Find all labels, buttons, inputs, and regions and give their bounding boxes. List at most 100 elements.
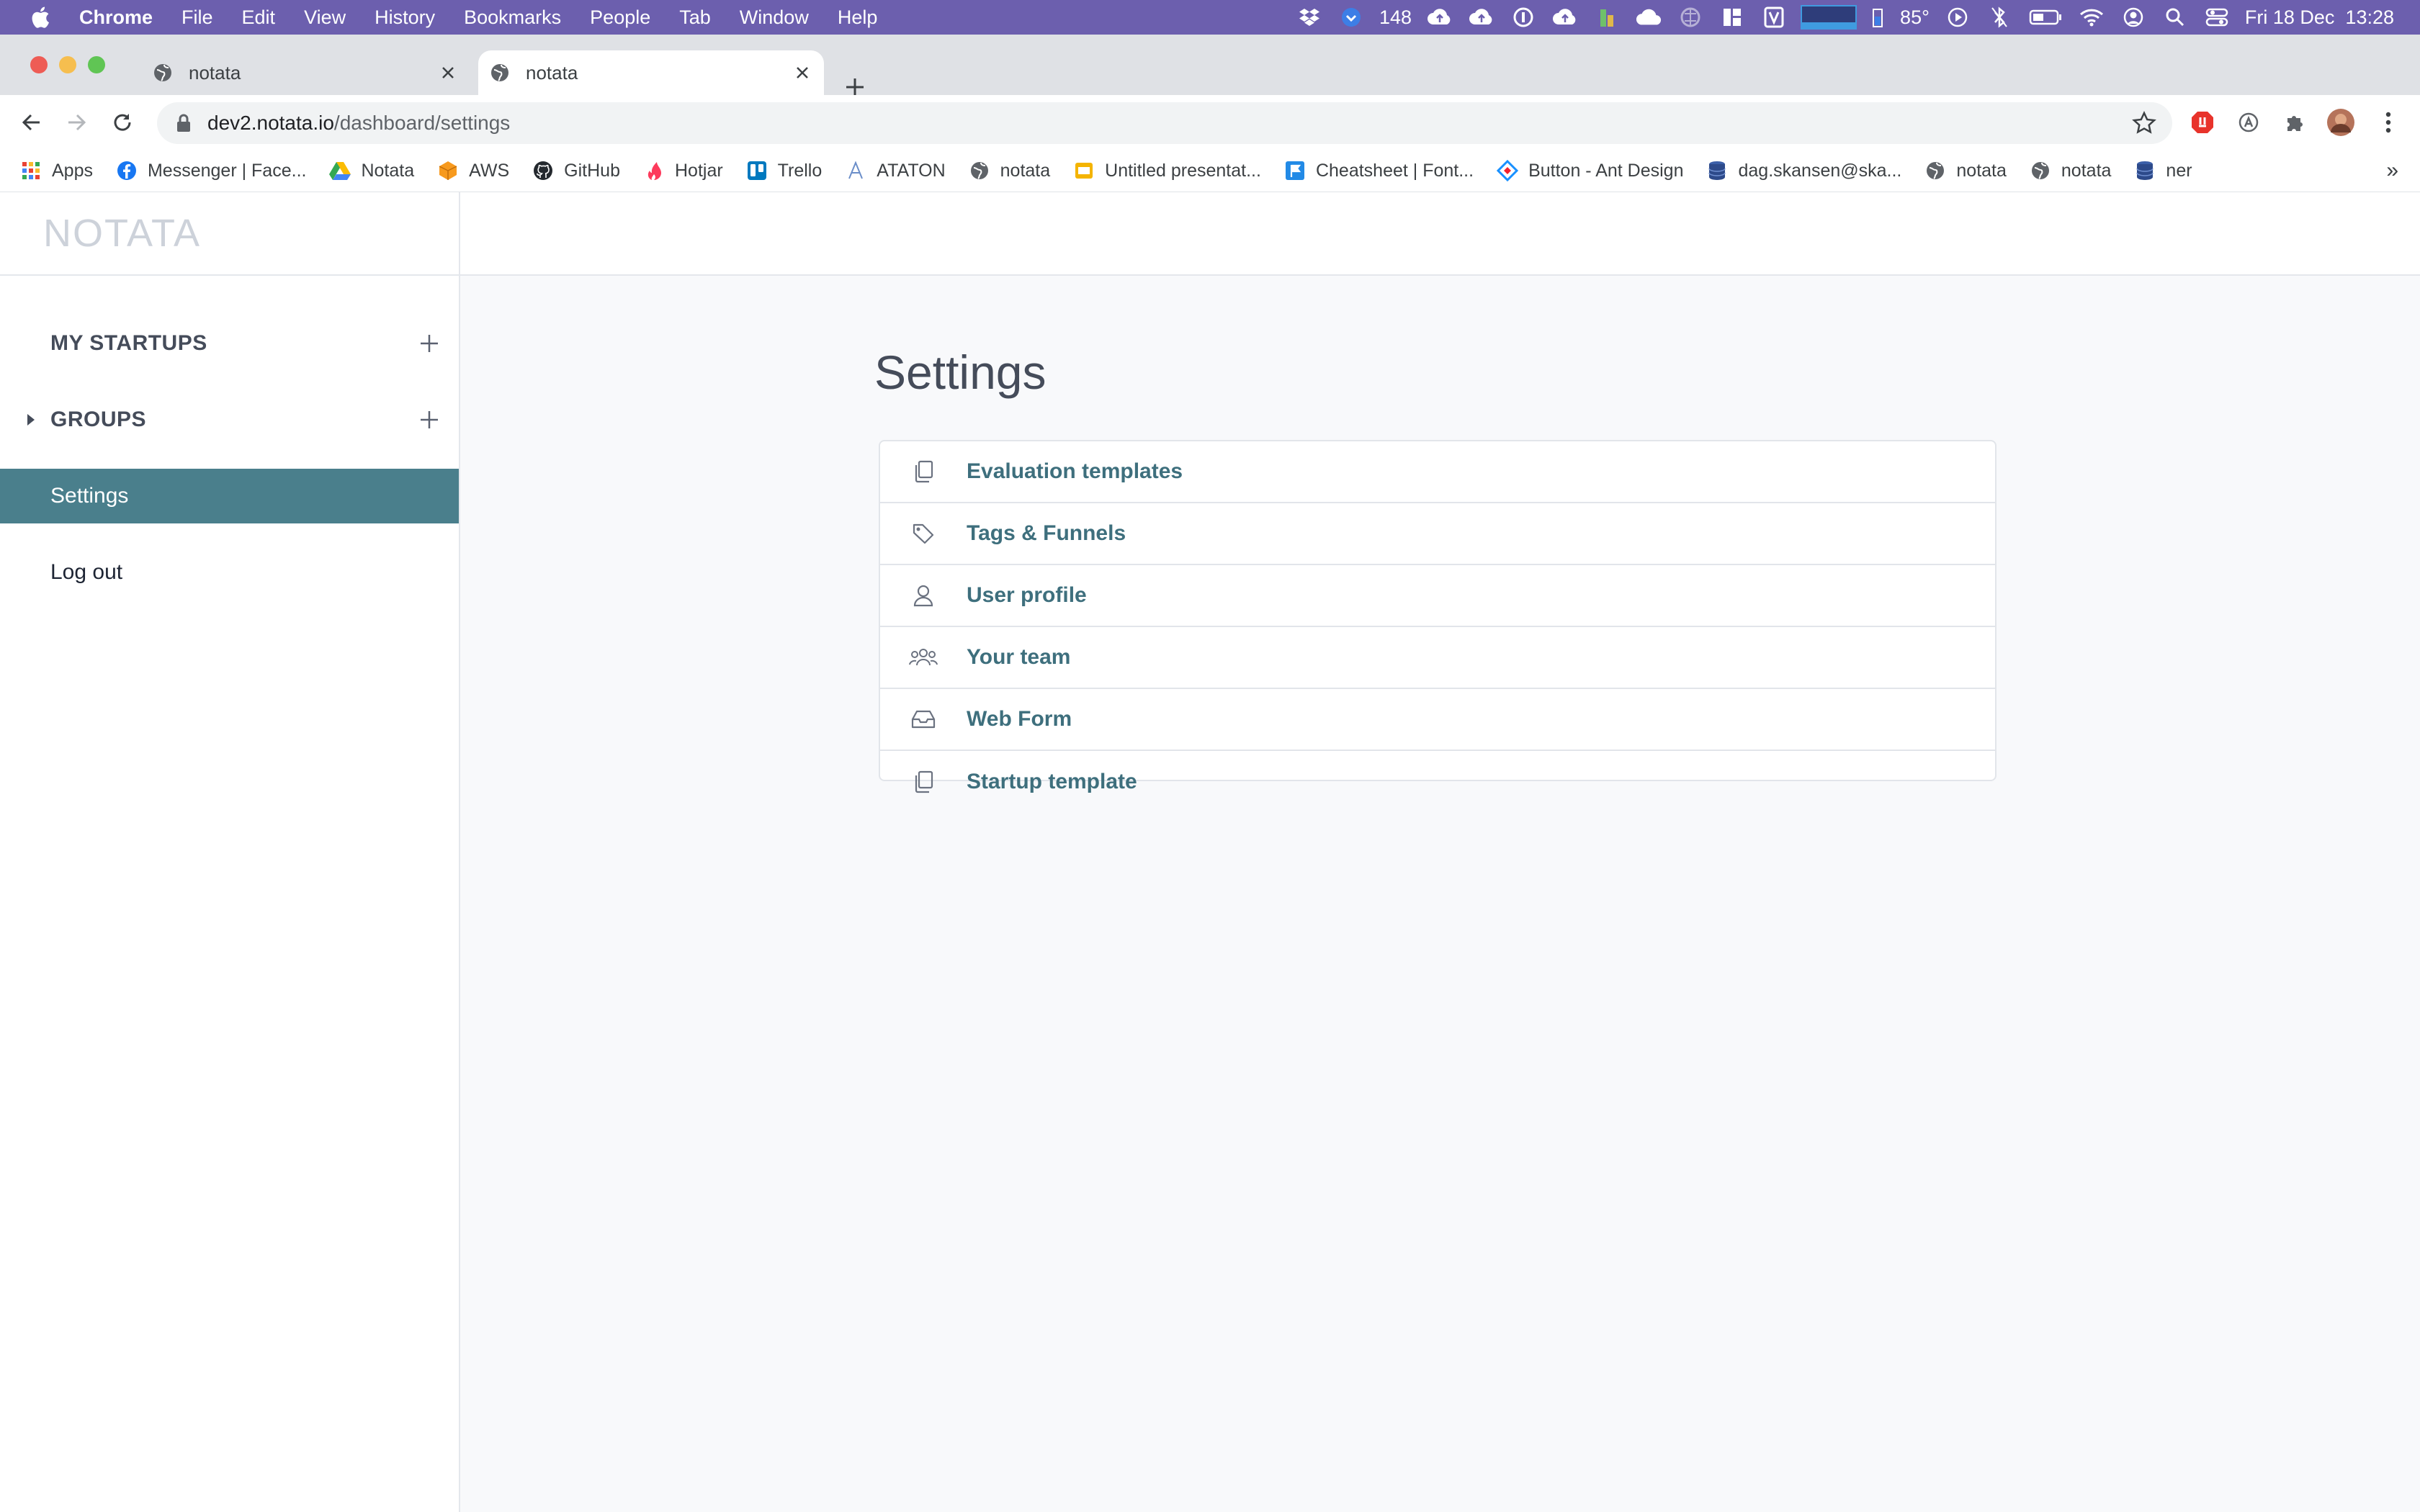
github-icon [532,160,554,181]
menu-edit[interactable]: Edit [242,6,276,29]
cpu-graph[interactable] [1801,5,1857,30]
cloud-upload-icon[interactable] [1469,6,1494,29]
bookmark-dag-skansen[interactable]: dag.skansen@ska... [1706,160,1901,181]
dropbox-icon[interactable] [1296,6,1322,29]
inbox-icon [909,705,938,734]
translate-extension-icon[interactable] [2234,108,2263,137]
bookmark-apps[interactable]: Apps [20,160,93,181]
settings-item-label: Tags & Funnels [967,521,1126,545]
bookmark-label: Messenger | Face... [147,160,307,181]
settings-item-startup-template[interactable]: Startup template [880,751,1995,813]
battery-status-icon[interactable] [1870,6,1885,29]
forward-arrow-icon[interactable] [62,108,91,137]
lock-icon[interactable] [176,113,192,133]
bluetooth-off-icon[interactable] [1986,6,2012,29]
menu-history[interactable]: History [375,6,435,29]
wifi-icon[interactable] [2079,6,2105,29]
more-options-icon[interactable] [2374,108,2403,137]
bookmark-notata[interactable]: notata [969,160,1050,181]
bookmark-label: Cheatsheet | Font... [1315,160,1474,181]
globe-icon [2030,160,2051,181]
apple-logo-icon[interactable] [29,5,50,30]
menu-help[interactable]: Help [838,6,878,29]
browser-tab[interactable]: notata [141,50,470,95]
window-layout-icon[interactable] [1719,6,1745,29]
extensions-puzzle-icon[interactable] [2280,108,2309,137]
window-zoom-button[interactable] [88,56,105,73]
window-minimize-button[interactable] [59,56,76,73]
cloud-icon[interactable] [1636,6,1662,29]
memory-bars-icon[interactable] [1594,6,1620,29]
bookmark-notata[interactable]: notata [2030,160,2111,181]
sidebar-item-settings[interactable]: Settings [0,469,459,523]
menu-bar-clock[interactable]: Fri 18 Dec 13:28 [2245,6,2394,29]
cloud-upload-icon[interactable] [1552,6,1578,29]
password-manager-icon[interactable] [1510,6,1536,29]
sidebar-item-label: MY STARTUPS [50,331,207,355]
cloud-upload-icon[interactable] [1427,6,1453,29]
window-close-button[interactable] [30,56,48,73]
caret-right-icon[interactable] [26,413,36,426]
tab-close-icon[interactable] [792,63,812,83]
menu-tab[interactable]: Tab [679,6,711,29]
bookmark-ataton[interactable]: ATATON [845,160,946,181]
sidebar-item-my-startups[interactable]: MY STARTUPS [0,316,459,371]
tab-close-icon[interactable] [438,63,458,83]
menu-view[interactable]: View [304,6,346,29]
globe-icon [969,160,990,181]
menu-people[interactable]: People [590,6,650,29]
settings-item-label: Your team [967,645,1071,669]
menu-file[interactable]: File [182,6,213,29]
bookmark-messenger[interactable]: Messenger | Face... [116,160,306,181]
reload-icon[interactable] [108,108,137,137]
address-bar[interactable]: dev2.notata.io/dashboard/settings [157,102,2172,144]
app-logo[interactable]: NOTATA [43,211,201,256]
menu-bookmarks[interactable]: Bookmarks [464,6,561,29]
sidebar-item-groups[interactable]: GROUPS [0,392,459,447]
bookmark-github[interactable]: GitHub [532,160,620,181]
back-arrow-icon[interactable] [17,108,46,137]
bookmark-notata[interactable]: notata [1924,160,2007,181]
browser-tab-active[interactable]: notata [478,50,824,95]
sidebar-item-label: Settings [50,484,129,508]
bookmark-aws[interactable]: AWS [437,160,509,181]
facebook-icon [116,160,138,181]
add-group-plus-icon[interactable] [416,407,442,433]
battery-icon[interactable] [2028,6,2063,29]
profile-avatar[interactable] [2326,108,2355,137]
bookmarks-overflow-button[interactable]: » [2386,158,2398,183]
bookmark-untitled-presentation[interactable]: Untitled presentat... [1073,160,1261,181]
bookmark-hotjar[interactable]: Hotjar [643,160,723,181]
database-icon [2134,160,2156,181]
bookmark-cheatsheet[interactable]: Cheatsheet | Font... [1284,160,1474,181]
bookmark-ner[interactable]: ner [2134,160,2192,181]
menu-app-name[interactable]: Chrome [79,6,153,29]
settings-item-web-form[interactable]: Web Form [880,689,1995,751]
bookmark-label: ner [2166,160,2192,181]
macos-menu-bar: Chrome File Edit View History Bookmarks … [0,0,2420,35]
web-page: NOTATA MY STARTUPS GROUPS Settings Log o… [0,192,2420,1512]
brain-icon[interactable] [1677,6,1703,29]
copy-icon [909,457,938,486]
spotlight-search-icon[interactable] [2162,6,2188,29]
settings-item-tags-funnels[interactable]: Tags & Funnels [880,503,1995,565]
user-account-icon[interactable] [2120,6,2146,29]
shield-badge-icon[interactable] [1338,6,1364,29]
bookmark-ant-design[interactable]: Button - Ant Design [1497,160,1683,181]
control-center-icon[interactable] [2204,6,2230,29]
bookmark-label: GitHub [564,160,620,181]
settings-item-your-team[interactable]: Your team [880,627,1995,689]
menu-window[interactable]: Window [740,6,809,29]
temperature-readout[interactable]: 85° [1900,6,1930,29]
bookmark-app-icon[interactable] [1761,6,1787,29]
add-startup-plus-icon[interactable] [416,330,442,356]
adblock-extension-icon[interactable] [2188,108,2217,137]
settings-list: Evaluation templates Tags & Funnels User… [879,440,1996,793]
bookmark-star-icon[interactable] [2132,111,2156,135]
sidebar-item-log-out[interactable]: Log out [0,545,459,600]
settings-item-evaluation-templates[interactable]: Evaluation templates [880,441,1995,503]
bookmark-trello[interactable]: Trello [746,160,822,181]
bookmark-notata-drive[interactable]: Notata [329,160,414,181]
play-icon[interactable] [1945,6,1971,29]
settings-item-user-profile[interactable]: User profile [880,565,1995,627]
